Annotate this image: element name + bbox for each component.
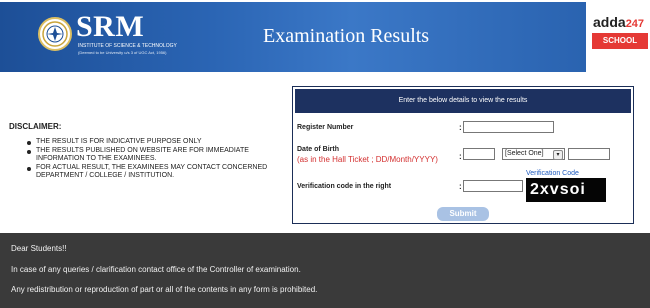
srm-logo-tagline: (Deemed to be University u/s 3 of UGC Ac…	[78, 50, 167, 55]
footer-copyright-note: Any redistribution or reproduction of pa…	[11, 285, 318, 294]
adda-school-badge: SCHOOL	[592, 33, 648, 49]
srm-logo-text: SRM	[76, 10, 145, 43]
captcha-image: 2xvsoi	[526, 178, 606, 202]
dob-hint: (as in the Hall Ticket ; DD/Month/YYYY)	[297, 155, 438, 164]
srm-emblem-icon	[38, 17, 72, 51]
footer-contact-note: In case of any queries / clarification c…	[11, 265, 301, 274]
verification-colon: :	[459, 182, 462, 191]
chevron-down-icon: ▾	[553, 150, 563, 160]
form-heading: Enter the below details to view the resu…	[295, 89, 631, 113]
dob-year-input[interactable]	[568, 148, 610, 160]
disclaimer-title: DISCLAIMER:	[9, 122, 62, 131]
disclaimer-item: THE RESULT IS FOR INDICATIVE PURPOSE ONL…	[25, 138, 283, 147]
adda-brand-suffix: 247	[625, 18, 645, 30]
srm-banner: SRM INSTITUTE OF SCIENCE & TECHNOLOGY (D…	[0, 2, 586, 72]
verification-label: Verification code in the right	[297, 183, 392, 190]
disclaimer-list: THE RESULT IS FOR INDICATIVE PURPOSE ONL…	[25, 138, 283, 181]
results-form: Enter the below details to view the resu…	[292, 86, 634, 224]
register-number-label: Register Number	[297, 124, 354, 131]
srm-logo-subtitle: INSTITUTE OF SCIENCE & TECHNOLOGY	[78, 43, 177, 49]
info-footer: Dear Students!! In case of any queries /…	[0, 233, 650, 308]
page-header: SRM INSTITUTE OF SCIENCE & TECHNOLOGY (D…	[0, 0, 650, 74]
dob-month-selected: [Select One]	[505, 150, 544, 157]
dob-day-input[interactable]	[463, 148, 495, 160]
verification-code-input[interactable]	[463, 180, 523, 192]
adda-brand-text: adda	[593, 14, 626, 30]
dob-month-select[interactable]: [Select One] ▾	[502, 148, 565, 160]
page-title: Examination Results	[263, 25, 430, 47]
verification-code-link[interactable]: Verification Code	[526, 170, 579, 177]
disclaimer-item: THE RESULTS PUBLISHED ON WEBSITE ARE FOR…	[25, 147, 283, 164]
adda247-school-logo: adda247 SCHOOL	[588, 2, 650, 72]
register-colon: :	[459, 123, 462, 132]
register-number-input[interactable]	[463, 121, 554, 133]
submit-button[interactable]: Submit	[437, 207, 489, 221]
dob-label: Date of Birth	[297, 146, 339, 153]
footer-greeting: Dear Students!!	[11, 244, 67, 253]
disclaimer-item: FOR ACTUAL RESULT, THE EXAMINEES MAY CON…	[25, 164, 283, 181]
dob-colon: :	[459, 152, 462, 161]
adda-brand: adda247	[593, 14, 644, 32]
